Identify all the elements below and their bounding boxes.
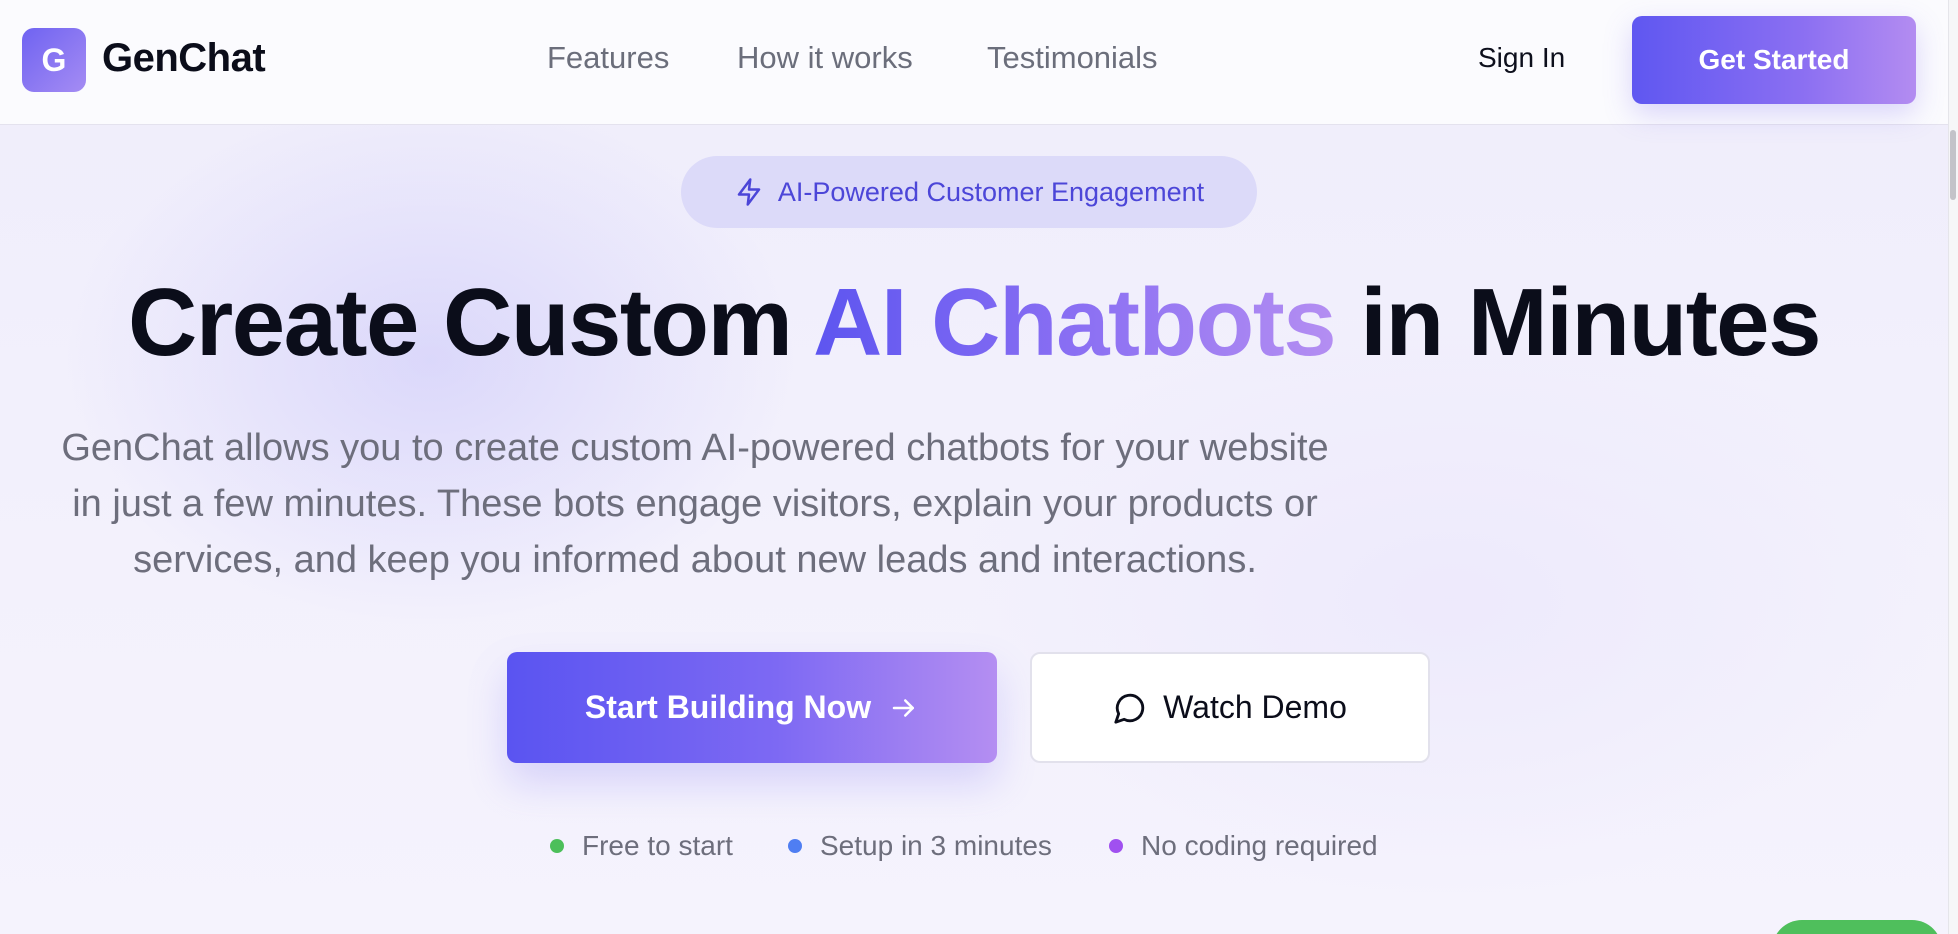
hero-badge-text: AI-Powered Customer Engagement: [777, 176, 1205, 207]
feature-setup-time: Setup in 3 minutes: [788, 830, 1052, 862]
feature-label: Setup in 3 minutes: [820, 830, 1052, 861]
hero-badge: AI-Powered Customer Engagement: [681, 156, 1257, 228]
arrow-right-icon: [892, 698, 915, 717]
headline-part-2: in Minutes: [1335, 269, 1821, 376]
blue-dot-icon: [788, 839, 802, 853]
headline-accent: AI Chatbots: [812, 269, 1337, 376]
hero-headline: Create Custom AI Chatbots in Minutes: [0, 268, 1948, 378]
chat-widget-button[interactable]: [1772, 920, 1942, 934]
description-line-1: GenChat allows you to create custom AI-p…: [61, 427, 1329, 469]
logo-icon[interactable]: G: [22, 28, 86, 92]
sign-in-link[interactable]: Sign In: [1478, 42, 1565, 74]
scrollbar-thumb[interactable]: [1950, 130, 1956, 200]
top-nav-bar: G GenChat Features How it works Testimon…: [0, 0, 1948, 125]
description-line-2: in just a few minutes. These bots engage…: [72, 483, 1318, 525]
headline-part-1: Create Custom: [128, 269, 813, 376]
start-building-label: Start Building Now: [584, 689, 872, 725]
feature-free-to-start: Free to start: [550, 830, 733, 862]
green-dot-icon: [550, 839, 564, 853]
start-building-button[interactable]: Start Building Now: [507, 652, 997, 763]
lightning-icon: [737, 178, 761, 206]
nav-link-features[interactable]: Features: [547, 40, 669, 76]
feature-label: Free to start: [582, 830, 733, 861]
feature-no-coding: No coding required: [1109, 830, 1378, 862]
feature-label: No coding required: [1141, 830, 1378, 861]
chat-bubble-icon: [1114, 693, 1145, 724]
description-line-3: services, and keep you informed about ne…: [133, 539, 1257, 581]
hero-description: GenChat allows you to create custom AI-p…: [20, 420, 1370, 588]
landing-page: G GenChat Features How it works Testimon…: [0, 0, 1958, 934]
watch-demo-button[interactable]: Watch Demo: [1030, 652, 1430, 763]
watch-demo-label: Watch Demo: [1163, 689, 1347, 725]
purple-dot-icon: [1109, 839, 1123, 853]
get-started-button[interactable]: Get Started: [1632, 16, 1916, 104]
nav-link-testimonials[interactable]: Testimonials: [987, 40, 1158, 76]
nav-link-how-it-works[interactable]: How it works: [737, 40, 913, 76]
brand-name[interactable]: GenChat: [102, 36, 266, 81]
